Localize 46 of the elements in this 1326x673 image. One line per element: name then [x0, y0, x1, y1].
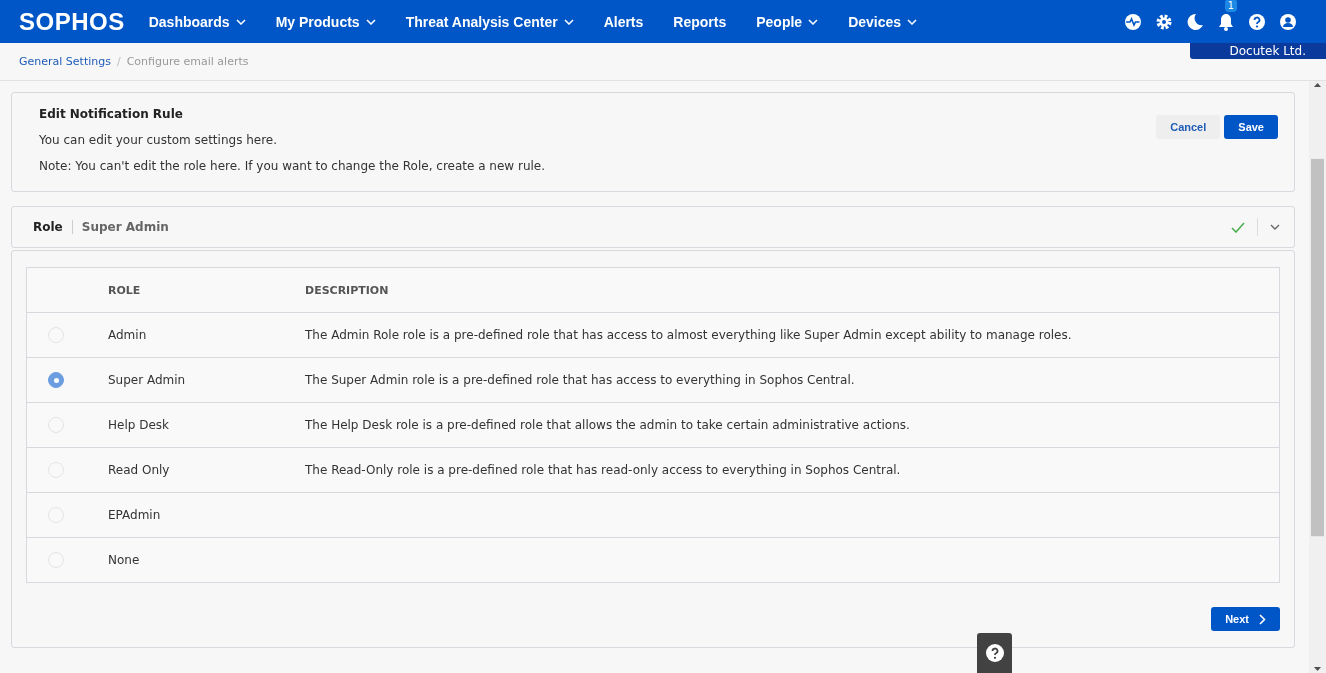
card-title: Edit Notification Rule: [39, 107, 184, 121]
nav-menu-item[interactable]: Threat Analysis Center: [405, 13, 574, 30]
chevron-right-icon: [1259, 613, 1266, 625]
notification-badge: 1: [1224, 0, 1237, 12]
help-button[interactable]: [977, 633, 1012, 673]
save-button[interactable]: Save: [1224, 115, 1278, 139]
breadcrumb-link[interactable]: General Settings: [19, 55, 111, 68]
radio-button[interactable]: [48, 372, 64, 388]
help-icon[interactable]: [1248, 12, 1266, 31]
help-icon: [984, 643, 1005, 663]
table-cell-text: The Read-Only role is a pre-defined role that has read-only access to everything in Sophos Central.: [305, 463, 902, 477]
column-header: ROLE: [108, 283, 142, 297]
bell-icon[interactable]: [1217, 12, 1235, 31]
nav-menu-item[interactable]: People: [756, 13, 819, 30]
table-cell-text: The Admin Role role is a pre-defined role that has access to almost everything like Super Admin except ability to manage roles.: [305, 328, 1073, 342]
table-cell-text: Admin: [108, 328, 148, 342]
cancel-button[interactable]: Cancel: [1156, 115, 1221, 139]
user-icon[interactable]: [1279, 12, 1297, 31]
table-cell-text: Help Desk: [108, 418, 170, 432]
table-cell-text: Super Admin: [108, 373, 187, 387]
table-cell-text: EPAdmin: [108, 508, 162, 522]
logo[interactable]: SOPHOS: [19, 7, 125, 36]
section-header[interactable]: Role Super Admin: [11, 206, 1295, 248]
breadcrumb-current: Configure email alerts: [126, 55, 249, 68]
table-cell-text: Read Only: [108, 463, 171, 477]
next-button[interactable]: Next: [1211, 607, 1280, 631]
tenant-label: Docutek Ltd.: [1189, 43, 1326, 59]
chevron-icon[interactable]: [1270, 224, 1280, 230]
nav-menu-item[interactable]: Devices: [848, 13, 918, 30]
scrollbar[interactable]: [1309, 81, 1326, 673]
description-text: You can edit your custom settings here.: [39, 133, 279, 147]
nav-menu-item[interactable]: Dashboards: [148, 13, 246, 30]
nav-menu-item[interactable]: My Products: [275, 13, 376, 30]
nav-menu-item[interactable]: Alerts: [603, 13, 644, 30]
table-cell-text: None: [108, 553, 141, 567]
column-header: DESCRIPTION: [305, 283, 390, 297]
settings-icon[interactable]: [1155, 12, 1173, 31]
table-cell-text: The Help Desk role is a pre-defined role that allows the admin to take certain administrative actions.: [305, 418, 911, 432]
breadcrumb-separator: /: [116, 55, 121, 68]
nav-menu-item[interactable]: Reports: [673, 13, 727, 30]
section-value: Super Admin: [80, 220, 170, 234]
moon-icon[interactable]: [1186, 12, 1204, 31]
table-cell-text: The Super Admin role is a pre-defined role that has access to everything in Sophos Central.: [305, 373, 856, 387]
section-label: Role: [33, 220, 73, 234]
note-text: Note: You can't edit the role here. If you want to change the Role, create a new rule.: [39, 159, 547, 173]
activity-icon[interactable]: [1124, 12, 1142, 31]
